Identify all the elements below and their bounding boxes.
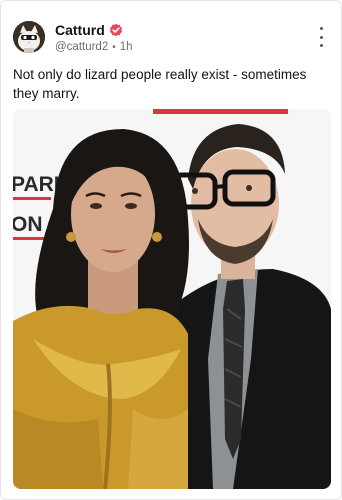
backdrop-red-stripe (153, 109, 288, 114)
more-dot (319, 27, 323, 30)
more-vertical-icon[interactable] (315, 27, 327, 47)
avatar[interactable] (13, 21, 45, 53)
author-display-name[interactable]: Catturd (55, 22, 105, 38)
backdrop-text-2: ON (13, 213, 43, 236)
name-row: Catturd (55, 21, 133, 39)
post-header: Catturd @catturd2 • 1h (13, 19, 329, 55)
more-dot (319, 35, 323, 39)
author-meta: Catturd @catturd2 • 1h (55, 21, 133, 53)
more-dot (319, 44, 323, 47)
post-timestamp[interactable]: 1h (120, 41, 133, 53)
handle-row: @catturd2 • 1h (55, 41, 133, 53)
cat-avatar-icon (13, 21, 45, 53)
post-card: Catturd @catturd2 • 1h Not only do lizar… (0, 0, 342, 500)
post-text: Not only do lizard people really exist -… (13, 67, 307, 101)
separator-dot: • (112, 41, 116, 53)
verified-badge-icon (109, 23, 123, 37)
post-image[interactable]: PARK ON (13, 109, 331, 489)
photo-illustration: PARK ON (13, 109, 331, 489)
author-handle[interactable]: @catturd2 (55, 41, 108, 53)
